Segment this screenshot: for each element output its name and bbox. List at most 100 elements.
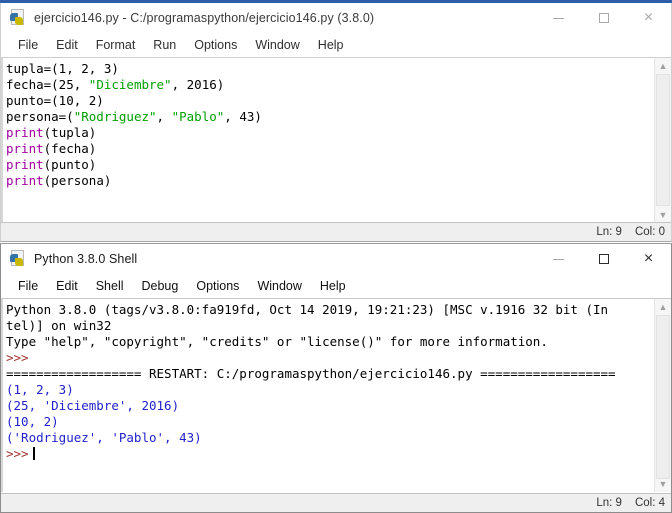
shell-text-area[interactable]: Python 3.8.0 (tags/v3.8.0:fa919fd, Oct 1… xyxy=(1,298,671,492)
editor-code-line: print(punto) xyxy=(6,157,671,173)
editor-code-token: (persona) xyxy=(43,173,112,188)
editor-code-line: tupla=(1, 2, 3) xyxy=(6,61,671,77)
editor-vertical-scrollbar[interactable]: ▲ ▼ xyxy=(654,58,671,223)
text-cursor xyxy=(32,447,35,460)
shell-output-token: ('Rodriguez', 'Pablo', 43) xyxy=(6,430,202,445)
editor-code-token: , 43) xyxy=(224,109,262,124)
python-file-icon xyxy=(9,9,27,27)
scroll-down-arrow-icon[interactable]: ▼ xyxy=(655,476,671,492)
minimize-icon[interactable] xyxy=(536,244,581,274)
shell-output-token: (25, 'Diciembre', 2016) xyxy=(6,398,180,413)
editor-text-area[interactable]: tupla=(1, 2, 3) fecha=(25, "Diciembre", 2… xyxy=(1,57,671,223)
editor-column-indicator: Col: 0 xyxy=(634,226,665,238)
shell-output-token: >>> xyxy=(6,350,29,365)
shell-output-token: ================== RESTART: C:/programas… xyxy=(6,366,616,381)
editor-menu-window[interactable]: Window xyxy=(246,33,308,57)
editor-menu-help[interactable]: Help xyxy=(309,33,353,57)
shell-output-line: (10, 2) xyxy=(6,414,671,430)
maximize-icon[interactable] xyxy=(581,244,626,274)
editor-code-token: punto=(10, 2) xyxy=(6,93,104,108)
editor-code-token: (punto) xyxy=(43,157,97,172)
shell-menu-file[interactable]: File xyxy=(9,274,47,298)
shell-status-bar: Ln: 9 Col: 4 xyxy=(1,493,671,512)
editor-code-token: tupla=(1, 2, 3) xyxy=(6,61,119,76)
shell-output-token: tel)] on win32 xyxy=(6,318,112,333)
editor-code-token: "Pablo" xyxy=(171,109,225,124)
shell-output-line: (1, 2, 3) xyxy=(6,382,671,398)
editor-status-bar: Ln: 9 Col: 0 xyxy=(1,222,671,241)
shell-output-token: Python 3.8.0 (tags/v3.8.0:fa919fd, Oct 1… xyxy=(6,302,609,317)
shell-output-line: >>> xyxy=(6,350,671,366)
shell-output-line: ('Rodriguez', 'Pablo', 43) xyxy=(6,430,671,446)
idle-desktop: ejercicio146.py - C:/programaspython/eje… xyxy=(0,0,672,513)
editor-code-token: (tupla) xyxy=(43,125,97,140)
scroll-down-arrow-icon[interactable]: ▼ xyxy=(655,207,671,223)
shell-output-token: (1, 2, 3) xyxy=(6,382,74,397)
editor-code-token: print xyxy=(6,125,44,140)
editor-line-indicator: Ln: 9 xyxy=(596,226,622,238)
shell-line-indicator: Ln: 9 xyxy=(596,497,622,509)
shell-menu-edit[interactable]: Edit xyxy=(47,274,87,298)
editor-menu-edit[interactable]: Edit xyxy=(47,33,87,57)
shell-output-line: (25, 'Diciembre', 2016) xyxy=(6,398,671,414)
editor-menu-run[interactable]: Run xyxy=(144,33,185,57)
shell-titlebar[interactable]: Python 3.8.0 Shell × xyxy=(1,244,671,274)
close-icon[interactable]: × xyxy=(626,3,671,33)
editor-left-margin xyxy=(1,58,3,223)
maximize-icon[interactable] xyxy=(581,3,626,33)
editor-code-token: , 2016) xyxy=(171,77,225,92)
scroll-up-arrow-icon[interactable]: ▲ xyxy=(655,299,671,315)
editor-code-line: persona=("Rodriguez", "Pablo", 43) xyxy=(6,109,671,125)
shell-window-controls: × xyxy=(536,244,671,274)
shell-title: Python 3.8.0 Shell xyxy=(34,252,138,266)
editor-menu-format[interactable]: Format xyxy=(87,33,145,57)
shell-output-line: Python 3.8.0 (tags/v3.8.0:fa919fd, Oct 1… xyxy=(6,302,671,318)
shell-menubar: File Edit Shell Debug Options Window Help xyxy=(1,274,671,298)
editor-code-line: print(fecha) xyxy=(6,141,671,157)
shell-menu-window[interactable]: Window xyxy=(248,274,310,298)
close-icon[interactable]: × xyxy=(626,244,671,274)
close-glyph: × xyxy=(643,250,654,267)
editor-code-token: fecha=(25, xyxy=(6,77,89,92)
editor-menu-file[interactable]: File xyxy=(9,33,47,57)
editor-code-token: persona=( xyxy=(6,109,74,124)
shell-window: Python 3.8.0 Shell × File Edit Shell Debug O… xyxy=(0,243,672,513)
editor-window-controls: × xyxy=(536,3,671,33)
shell-output-token: Type "help", "copyright", "credits" or "… xyxy=(6,334,548,349)
editor-menubar: File Edit Format Run Options Window Help xyxy=(1,33,671,57)
editor-code-token: print xyxy=(6,157,44,172)
editor-titlebar[interactable]: ejercicio146.py - C:/programaspython/eje… xyxy=(1,3,671,33)
close-glyph: × xyxy=(643,9,654,26)
editor-title: ejercicio146.py - C:/programaspython/eje… xyxy=(34,11,375,25)
shell-output[interactable]: Python 3.8.0 (tags/v3.8.0:fa919fd, Oct 1… xyxy=(1,299,671,462)
editor-code-line: punto=(10, 2) xyxy=(6,93,671,109)
scroll-thumb[interactable] xyxy=(656,315,670,479)
shell-output-line: ================== RESTART: C:/programas… xyxy=(6,366,671,382)
editor-code-token: "Rodriguez" xyxy=(73,109,157,124)
editor-code-line: print(tupla) xyxy=(6,125,671,141)
minimize-icon[interactable] xyxy=(536,3,581,33)
shell-left-margin xyxy=(1,299,3,492)
shell-output-line: >>> xyxy=(6,446,671,462)
shell-output-token: >>> xyxy=(6,446,29,461)
python-file-icon xyxy=(9,250,27,268)
scroll-up-arrow-icon[interactable]: ▲ xyxy=(655,58,671,74)
editor-code-token: print xyxy=(6,173,44,188)
shell-menu-options[interactable]: Options xyxy=(187,274,248,298)
shell-menu-shell[interactable]: Shell xyxy=(87,274,133,298)
shell-vertical-scrollbar[interactable]: ▲ ▼ xyxy=(654,299,671,492)
editor-window: ejercicio146.py - C:/programaspython/eje… xyxy=(0,3,672,242)
shell-menu-debug[interactable]: Debug xyxy=(133,274,188,298)
editor-code-token: "Diciembre" xyxy=(88,77,172,92)
editor-code-line: fecha=(25, "Diciembre", 2016) xyxy=(6,77,671,93)
scroll-thumb[interactable] xyxy=(656,74,670,206)
editor-menu-options[interactable]: Options xyxy=(185,33,246,57)
shell-output-line: Type "help", "copyright", "credits" or "… xyxy=(6,334,671,350)
editor-code-line: print(persona) xyxy=(6,173,671,189)
editor-code-token: print xyxy=(6,141,44,156)
shell-column-indicator: Col: 4 xyxy=(634,497,665,509)
shell-output-line: tel)] on win32 xyxy=(6,318,671,334)
editor-code-token: (fecha) xyxy=(43,141,97,156)
editor-source-code[interactable]: tupla=(1, 2, 3) fecha=(25, "Diciembre", 2… xyxy=(1,58,671,189)
shell-menu-help[interactable]: Help xyxy=(311,274,355,298)
